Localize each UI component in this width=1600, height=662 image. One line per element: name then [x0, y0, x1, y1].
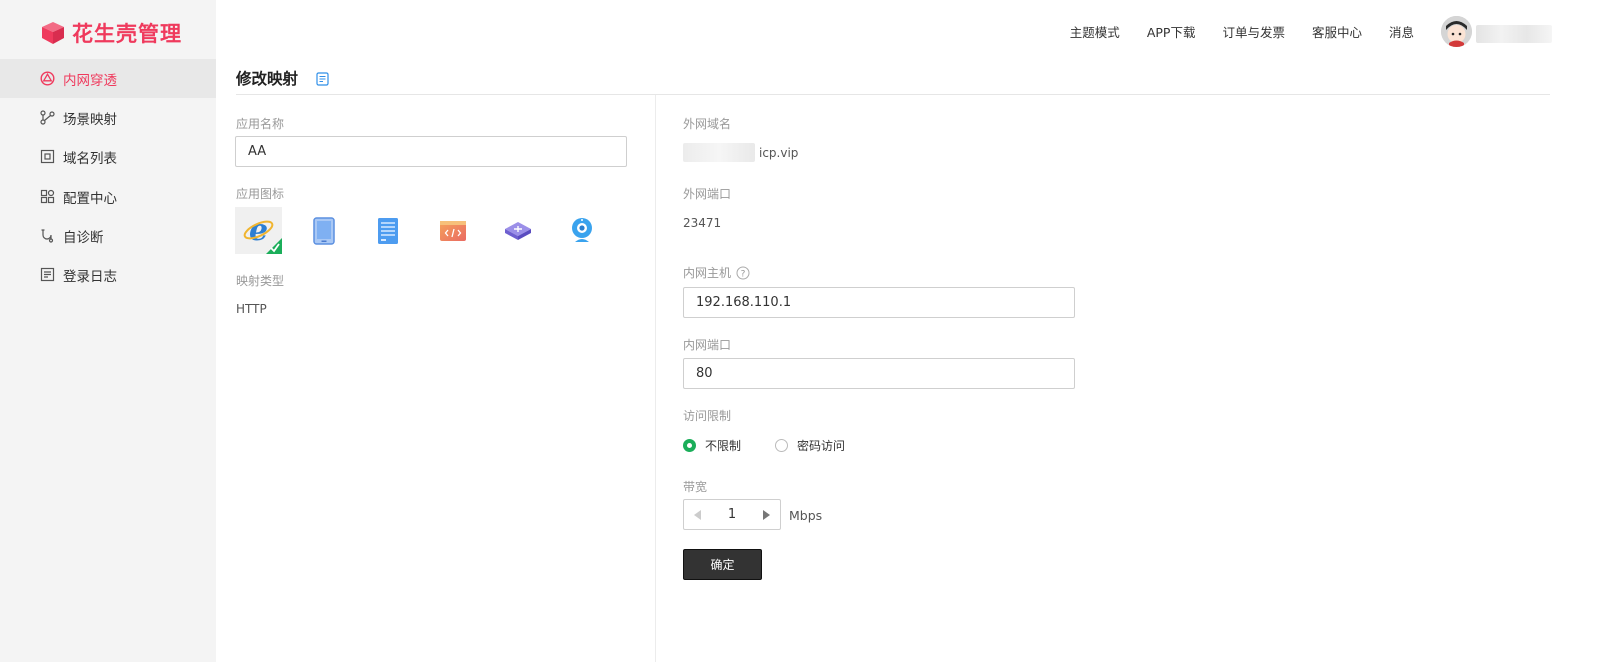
icon-option-ie[interactable]: e — [235, 207, 282, 254]
map-type-label: 映射类型 — [236, 274, 285, 288]
svg-text:?: ? — [741, 269, 746, 279]
icon-option-router[interactable] — [494, 207, 541, 254]
bandwidth-stepper: 1 — [683, 499, 781, 530]
sidebar-item-label: 登录日志 — [63, 268, 117, 285]
radio-label: 密码访问 — [797, 439, 846, 453]
orders-invoices-link[interactable]: 订单与发票 — [1222, 22, 1285, 41]
external-domain-label: 外网域名 — [683, 117, 732, 131]
customer-service-link[interactable]: 客服中心 — [1312, 22, 1362, 41]
sidebar-item-diagnose[interactable]: 自诊断 — [0, 216, 216, 255]
title-divider — [236, 94, 1550, 95]
username-redacted — [1476, 25, 1552, 43]
confirm-button[interactable]: 确定 — [683, 549, 762, 580]
branch-icon — [40, 110, 55, 125]
title-doc-button[interactable] — [316, 71, 329, 90]
sidebar-item-label: 内网穿透 — [63, 72, 117, 89]
domain-icon — [40, 149, 55, 164]
app-icon-label: 应用图标 — [236, 187, 285, 201]
tablet-icon — [312, 216, 335, 245]
external-port-label: 外网端口 — [683, 187, 732, 201]
sidebar-item-scene[interactable]: 场景映射 — [0, 98, 216, 137]
page-title: 修改映射 — [236, 70, 299, 88]
document-icon — [316, 72, 329, 86]
top-bar: 主题模式 APP下载 订单与发票 客服中心 消息 — [216, 0, 1600, 60]
sidebar-item-domains[interactable]: 域名列表 — [0, 137, 216, 176]
access-limit-label: 访问限制 — [683, 409, 732, 423]
router-icon — [504, 221, 531, 240]
user-avatar-icon — [1441, 16, 1472, 47]
increment-arrow-icon[interactable] — [762, 509, 770, 520]
app-download-link[interactable]: APP下载 — [1147, 22, 1196, 41]
inner-port-input[interactable]: 80 — [683, 358, 1075, 389]
sidebar-item-logs[interactable]: 登录日志 — [0, 255, 216, 294]
network-icon — [40, 71, 55, 86]
bandwidth-label: 带宽 — [683, 480, 708, 494]
messages-link[interactable]: 消息 — [1389, 22, 1414, 41]
sidebar-item-label: 配置中心 — [63, 190, 117, 207]
icon-option-code[interactable] — [429, 207, 476, 254]
radio-password[interactable]: 密码访问 — [775, 437, 845, 454]
theme-mode-link[interactable]: 主题模式 — [1070, 22, 1120, 41]
radio-unlimited[interactable]: 不限制 — [683, 437, 741, 454]
camera-icon — [571, 217, 592, 242]
radio-label: 不限制 — [705, 439, 742, 453]
ie-browser-icon: e — [243, 213, 282, 254]
top-links: 主题模式 APP下载 订单与发票 客服中心 消息 — [1070, 22, 1414, 41]
sidebar-item-intranet[interactable]: 内网穿透 — [0, 59, 216, 98]
code-icon — [439, 220, 466, 241]
external-domain-value: icp.vip — [759, 146, 799, 160]
app-name-label: 应用名称 — [236, 117, 285, 131]
sidebar-item-label: 自诊断 — [63, 229, 104, 246]
app-name-input[interactable]: AA — [235, 136, 627, 167]
inner-host-label-row: 内网主机 ? — [683, 264, 750, 281]
column-divider — [655, 95, 656, 662]
cube-logo-icon — [42, 22, 64, 44]
radio-dot-on — [683, 439, 696, 452]
help-icon[interactable]: ? — [736, 266, 750, 280]
icon-option-server[interactable] — [364, 207, 411, 254]
svg-text:e: e — [249, 213, 268, 248]
external-port-value: 23471 — [683, 216, 722, 230]
domain-redacted — [683, 143, 755, 162]
decrement-arrow-icon[interactable] — [694, 509, 702, 520]
sidebar-item-label: 场景映射 — [63, 111, 117, 128]
sidebar: 花生壳管理 内网穿透 场景映射 域名列表 配置中心 自诊断 登录日志 — [0, 0, 216, 662]
bandwidth-unit: Mbps — [789, 508, 823, 523]
server-icon — [377, 217, 398, 244]
inner-host-input[interactable]: 192.168.110.1 — [683, 287, 1075, 318]
bandwidth-value[interactable]: 1 — [728, 507, 736, 522]
map-type-value: HTTP — [236, 302, 267, 316]
sidebar-item-label: 域名列表 — [63, 150, 117, 167]
icon-option-camera[interactable] — [558, 207, 605, 254]
log-icon — [40, 267, 55, 282]
grid-icon — [40, 189, 55, 204]
radio-dot-off — [775, 439, 788, 452]
avatar[interactable] — [1441, 16, 1472, 47]
sidebar-item-config[interactable]: 配置中心 — [0, 177, 216, 216]
inner-host-label: 内网主机 — [683, 266, 732, 280]
brand-name: 花生壳管理 — [72, 22, 182, 46]
icon-option-tablet[interactable] — [300, 207, 347, 254]
brand-logo[interactable]: 花生壳管理 — [40, 18, 182, 48]
inner-port-label: 内网端口 — [683, 338, 732, 352]
diagnose-icon — [41, 229, 54, 243]
